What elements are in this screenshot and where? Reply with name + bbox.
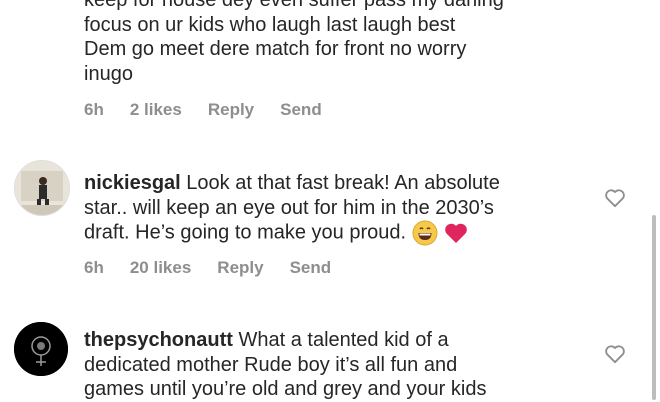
comment-1-line-3: inugo — [84, 62, 133, 85]
grinning-face-emoji-icon — [412, 220, 438, 246]
send-button[interactable]: Send — [280, 100, 322, 120]
comment-1-line-2: Dem go meet dere match for front no worr… — [84, 38, 467, 60]
reply-button[interactable]: Reply — [217, 258, 263, 278]
comment-3-line-1: thepsychonautt What a talented kid of a — [84, 328, 584, 353]
comment-1-text: keep for house dey even suffer pass my d… — [84, 0, 584, 86]
comment-2-text-line1: Look at that fast break! An absolute — [186, 172, 500, 194]
red-heart-emoji-icon — [445, 223, 467, 243]
username[interactable]: nickiesgal — [84, 172, 181, 194]
comment-3-line-2: dedicated mother Rude boy it’s all fun a… — [84, 353, 458, 376]
send-button[interactable]: Send — [290, 258, 332, 278]
heart-outline-icon[interactable] — [604, 188, 626, 208]
comment-time: 6h — [84, 258, 104, 277]
scrollbar[interactable] — [652, 215, 656, 400]
reply-button[interactable]: Reply — [208, 100, 254, 120]
username[interactable]: thepsychonautt — [84, 329, 233, 351]
comment-2-text: nickiesgal Look at that fast break! An a… — [84, 171, 584, 246]
comment-1-meta: 6h 2 likes Reply Send — [84, 100, 322, 120]
comment-likes[interactable]: 20 likes — [130, 258, 191, 278]
comment-2-meta: 6h 20 likes Reply Send — [84, 258, 331, 278]
comment-3-line-3: games until you’re old and grey and your… — [84, 378, 487, 400]
avatar-photo — [14, 322, 68, 376]
comment-3-text: thepsychonautt What a talented kid of a … — [84, 328, 584, 402]
comment-1-line-partial: keep for house dey even suffer pass my d… — [84, 0, 504, 11]
avatar[interactable] — [14, 160, 70, 216]
avatar-photo — [15, 161, 69, 215]
comment-2-text-line3: draft. He’s going to make you proud. — [84, 221, 407, 244]
comment-1-line-1: focus on ur kids who laugh last laugh be… — [84, 13, 456, 36]
comment-2-line-1: nickiesgal Look at that fast break! An a… — [84, 171, 584, 196]
avatar[interactable] — [14, 322, 68, 376]
comment-likes[interactable]: 2 likes — [130, 100, 182, 120]
heart-outline-icon[interactable] — [604, 344, 626, 364]
comment-2-line-3: draft. He’s going to make you proud. — [84, 220, 584, 246]
comment-2-line-2: star.. will keep an eye out for him in t… — [84, 196, 494, 219]
comment-3-text-line1: What a talented kid of a — [238, 329, 449, 351]
comment-time: 6h — [84, 100, 104, 119]
